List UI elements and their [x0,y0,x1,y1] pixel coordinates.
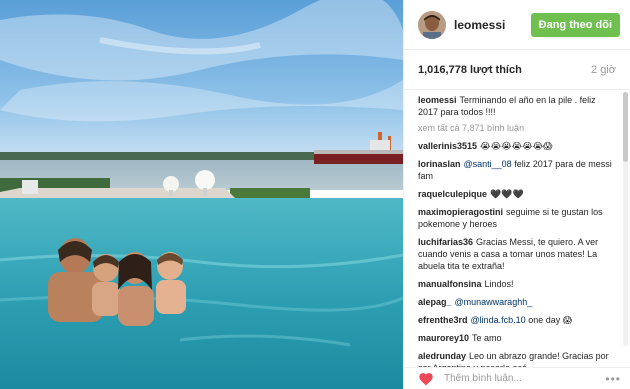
comment-item: manualfonsina Lindos! [418,278,617,290]
comment-item: efrenthe3rd @linda.fcb.10 one day 😱 [418,314,617,326]
comment-mention[interactable]: @linda.fcb.10 [471,315,526,325]
comment-item: maximopieragostini seguime si te gustan l… [418,206,617,230]
comments-scrollbar[interactable] [623,92,628,346]
caption: leomessi Terminando el año en la pile . f… [418,94,617,118]
post-details-panel: leomessi Đang theo dõi 1,016,778 lượt th… [403,0,630,389]
comment-username[interactable]: alepag_ [418,297,452,307]
comment-username[interactable]: luchifarias36 [418,237,473,247]
comment-text: 😭😭😭😭😭😭😱 [480,141,553,151]
comment-item: maurorey10 Te amo [418,332,617,344]
comment-mention[interactable]: @munawwaraghh_ [455,297,533,307]
comment-username[interactable]: maurorey10 [418,333,469,343]
comment-text: Te amo [472,333,502,343]
post-photo[interactable] [0,0,403,389]
comment-username[interactable]: efrenthe3rd [418,315,468,325]
post-header: leomessi Đang theo dõi [404,0,630,50]
comment-text: Lindos! [484,279,514,289]
post-stats: 1,016,778 lượt thích 2 giờ [404,50,630,90]
comment-username[interactable]: maximopieragostini [418,207,503,217]
heart-icon[interactable] [418,372,434,386]
comment-item: vallerinis3515 😭😭😭😭😭😭😱 [418,140,617,152]
comment-username[interactable]: raquelculepique [418,189,487,199]
comment-username[interactable]: lorinaslan [418,159,461,169]
view-all-comments-link[interactable]: xem tất cả 7,871 bình luận [418,122,617,134]
comment-item: lorinaslan @santi__08 feliz 2017 para de … [418,158,617,182]
comment-item: luchifarias36 Gracias Messi, te quiero. A… [418,236,617,272]
comment-item: raquelculepique 🖤🖤🖤 [418,188,617,200]
username-link[interactable]: leomessi [454,18,531,32]
comment-text: 🖤🖤🖤 [490,189,524,199]
avatar[interactable] [418,10,446,39]
scrollbar-thumb[interactable] [623,92,628,162]
photo-scene [0,0,403,389]
comment-item: alepag_ @munawwaraghh_ [418,296,617,308]
comment-username[interactable]: vallerinis3515 [418,141,477,151]
comments-list: leomessi Terminando el año en la pile . f… [404,90,623,367]
following-button[interactable]: Đang theo dõi [530,12,620,37]
likes-count[interactable]: 1,016,778 lượt thích [418,64,522,76]
post-timestamp[interactable]: 2 giờ [591,64,616,76]
comment-bar: Thêm bình luận... ••• [404,367,630,389]
comment-username[interactable]: manualfonsina [418,279,482,289]
caption-username[interactable]: leomessi [418,95,457,105]
more-options-button[interactable]: ••• [605,372,621,386]
comment-text: one day 😱 [525,315,573,325]
comment-mention[interactable]: @santi__08 [464,159,512,169]
comment-item: aledrunday Leo un abrazo grande! Gracias … [418,350,617,367]
comment-username[interactable]: aledrunday [418,351,466,361]
add-comment-input[interactable]: Thêm bình luận... [444,373,605,384]
